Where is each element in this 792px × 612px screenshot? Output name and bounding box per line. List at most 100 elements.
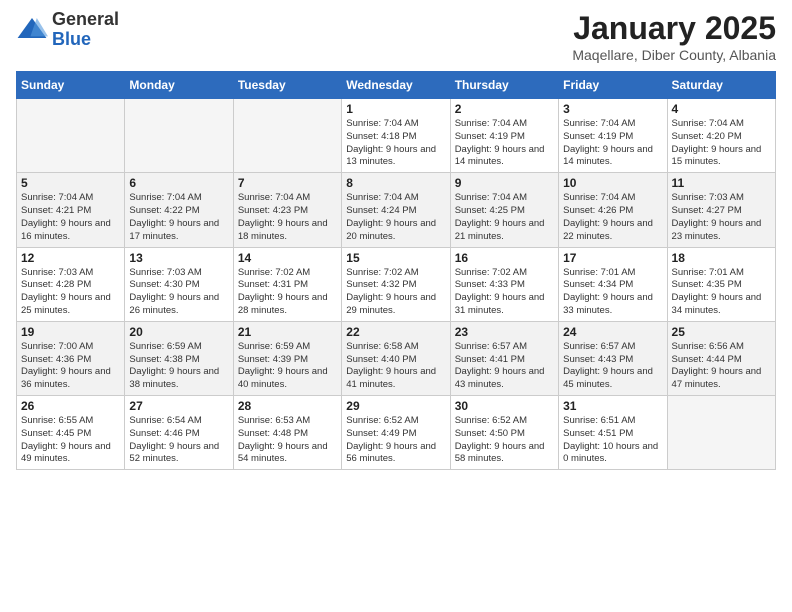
day-info: Sunrise: 7:00 AMSunset: 4:36 PMDaylight:… [21,341,120,392]
day-info: Sunrise: 7:04 AMSunset: 4:25 PMDaylight:… [455,192,554,243]
day-number: 11 [672,176,771,190]
calendar-body: 1 Sunrise: 7:04 AMSunset: 4:18 PMDaylight… [17,99,776,470]
weekday-header: Thursday [450,72,558,99]
day-number: 15 [346,251,445,265]
calendar-day-cell [667,396,775,470]
day-number: 20 [129,325,228,339]
day-number: 31 [563,399,662,413]
calendar-day-cell: 20 Sunrise: 6:59 AMSunset: 4:38 PMDayligh… [125,321,233,395]
title-block: January 2025 Maqellare, Diber County, Al… [572,10,776,63]
calendar-day-cell: 29 Sunrise: 6:52 AMSunset: 4:49 PMDayligh… [342,396,450,470]
day-number: 16 [455,251,554,265]
calendar-day-cell: 25 Sunrise: 6:56 AMSunset: 4:44 PMDayligh… [667,321,775,395]
day-number: 22 [346,325,445,339]
weekday-header: Saturday [667,72,775,99]
calendar-day-cell: 19Sunrise: 7:00 AMSunset: 4:36 PMDayligh… [17,321,125,395]
day-number: 3 [563,102,662,116]
weekday-header: Sunday [17,72,125,99]
day-info: Sunrise: 7:04 AMSunset: 4:22 PMDaylight:… [129,192,228,243]
calendar-day-cell: 22 Sunrise: 6:58 AMSunset: 4:40 PMDayligh… [342,321,450,395]
day-info: Sunrise: 7:04 AMSunset: 4:20 PMDaylight:… [672,118,771,169]
calendar-day-cell: 2 Sunrise: 7:04 AMSunset: 4:19 PMDaylight… [450,99,558,173]
calendar-day-cell: 11 Sunrise: 7:03 AMSunset: 4:27 PMDayligh… [667,173,775,247]
calendar-day-cell: 26Sunrise: 6:55 AMSunset: 4:45 PMDayligh… [17,396,125,470]
calendar-day-cell: 27 Sunrise: 6:54 AMSunset: 4:46 PMDayligh… [125,396,233,470]
calendar-day-cell: 8Sunrise: 7:04 AMSunset: 4:24 PMDaylight… [342,173,450,247]
day-info: Sunrise: 7:04 AMSunset: 4:19 PMDaylight:… [455,118,554,169]
day-number: 9 [455,176,554,190]
header: General Blue January 2025 Maqellare, Dib… [16,10,776,63]
calendar-day-cell: 13Sunrise: 7:03 AMSunset: 4:30 PMDayligh… [125,247,233,321]
day-info: Sunrise: 7:02 AMSunset: 4:33 PMDaylight:… [455,267,554,318]
day-number: 14 [238,251,337,265]
day-info: Sunrise: 6:57 AMSunset: 4:43 PMDaylight:… [563,341,662,392]
calendar-week-row: 19Sunrise: 7:00 AMSunset: 4:36 PMDayligh… [17,321,776,395]
day-number: 4 [672,102,771,116]
day-info: Sunrise: 7:04 AMSunset: 4:19 PMDaylight:… [563,118,662,169]
day-number: 30 [455,399,554,413]
calendar-week-row: 5 Sunrise: 7:04 AMSunset: 4:21 PMDaylight… [17,173,776,247]
calendar-day-cell: 31 Sunrise: 6:51 AMSunset: 4:51 PMDayligh… [559,396,667,470]
day-info: Sunrise: 7:01 AMSunset: 4:35 PMDaylight:… [672,267,771,318]
calendar-day-cell: 3 Sunrise: 7:04 AMSunset: 4:19 PMDaylight… [559,99,667,173]
calendar-day-cell: 17 Sunrise: 7:01 AMSunset: 4:34 PMDayligh… [559,247,667,321]
logo-text: General Blue [52,10,119,50]
calendar-day-cell: 15Sunrise: 7:02 AMSunset: 4:32 PMDayligh… [342,247,450,321]
calendar-day-cell: 6 Sunrise: 7:04 AMSunset: 4:22 PMDaylight… [125,173,233,247]
weekday-header: Friday [559,72,667,99]
calendar-day-cell: 12Sunrise: 7:03 AMSunset: 4:28 PMDayligh… [17,247,125,321]
day-number: 29 [346,399,445,413]
logo-general: General [52,10,119,30]
calendar-day-cell: 14 Sunrise: 7:02 AMSunset: 4:31 PMDayligh… [233,247,341,321]
day-info: Sunrise: 7:04 AMSunset: 4:21 PMDaylight:… [21,192,120,243]
day-info: Sunrise: 6:52 AMSunset: 4:49 PMDaylight:… [346,415,445,466]
day-number: 6 [129,176,228,190]
day-info: Sunrise: 7:04 AMSunset: 4:18 PMDaylight:… [346,118,445,169]
day-number: 1 [346,102,445,116]
day-info: Sunrise: 7:03 AMSunset: 4:27 PMDaylight:… [672,192,771,243]
day-info: Sunrise: 7:04 AMSunset: 4:23 PMDaylight:… [238,192,337,243]
day-number: 25 [672,325,771,339]
day-number: 21 [238,325,337,339]
day-info: Sunrise: 6:58 AMSunset: 4:40 PMDaylight:… [346,341,445,392]
day-number: 17 [563,251,662,265]
logo: General Blue [16,10,119,50]
calendar-week-row: 26Sunrise: 6:55 AMSunset: 4:45 PMDayligh… [17,396,776,470]
day-info: Sunrise: 6:59 AMSunset: 4:39 PMDaylight:… [238,341,337,392]
day-number: 5 [21,176,120,190]
day-info: Sunrise: 6:59 AMSunset: 4:38 PMDaylight:… [129,341,228,392]
calendar-day-cell: 21 Sunrise: 6:59 AMSunset: 4:39 PMDayligh… [233,321,341,395]
day-info: Sunrise: 6:55 AMSunset: 4:45 PMDaylight:… [21,415,120,466]
calendar-day-cell: 5 Sunrise: 7:04 AMSunset: 4:21 PMDaylight… [17,173,125,247]
calendar-week-row: 12Sunrise: 7:03 AMSunset: 4:28 PMDayligh… [17,247,776,321]
calendar-day-cell: 10Sunrise: 7:04 AMSunset: 4:26 PMDayligh… [559,173,667,247]
weekday-header: Monday [125,72,233,99]
day-info: Sunrise: 6:54 AMSunset: 4:46 PMDaylight:… [129,415,228,466]
day-number: 2 [455,102,554,116]
weekday-header: Wednesday [342,72,450,99]
calendar-day-cell: 28Sunrise: 6:53 AMSunset: 4:48 PMDayligh… [233,396,341,470]
calendar-day-cell [17,99,125,173]
day-number: 10 [563,176,662,190]
calendar-day-cell: 24Sunrise: 6:57 AMSunset: 4:43 PMDayligh… [559,321,667,395]
day-info: Sunrise: 7:01 AMSunset: 4:34 PMDaylight:… [563,267,662,318]
day-number: 8 [346,176,445,190]
calendar-day-cell: 16 Sunrise: 7:02 AMSunset: 4:33 PMDayligh… [450,247,558,321]
day-info: Sunrise: 6:56 AMSunset: 4:44 PMDaylight:… [672,341,771,392]
month-title: January 2025 [572,10,776,47]
calendar-day-cell: 7 Sunrise: 7:04 AMSunset: 4:23 PMDaylight… [233,173,341,247]
calendar-day-cell [233,99,341,173]
day-info: Sunrise: 6:51 AMSunset: 4:51 PMDaylight:… [563,415,662,466]
calendar-day-cell: 1 Sunrise: 7:04 AMSunset: 4:18 PMDaylight… [342,99,450,173]
day-number: 13 [129,251,228,265]
logo-icon [16,14,48,46]
calendar-week-row: 1 Sunrise: 7:04 AMSunset: 4:18 PMDaylight… [17,99,776,173]
day-number: 7 [238,176,337,190]
calendar-day-cell: 4 Sunrise: 7:04 AMSunset: 4:20 PMDaylight… [667,99,775,173]
day-info: Sunrise: 6:57 AMSunset: 4:41 PMDaylight:… [455,341,554,392]
weekday-row: SundayMondayTuesdayWednesdayThursdayFrid… [17,72,776,99]
day-info: Sunrise: 7:03 AMSunset: 4:28 PMDaylight:… [21,267,120,318]
calendar-day-cell: 9 Sunrise: 7:04 AMSunset: 4:25 PMDaylight… [450,173,558,247]
day-number: 27 [129,399,228,413]
day-info: Sunrise: 7:02 AMSunset: 4:31 PMDaylight:… [238,267,337,318]
